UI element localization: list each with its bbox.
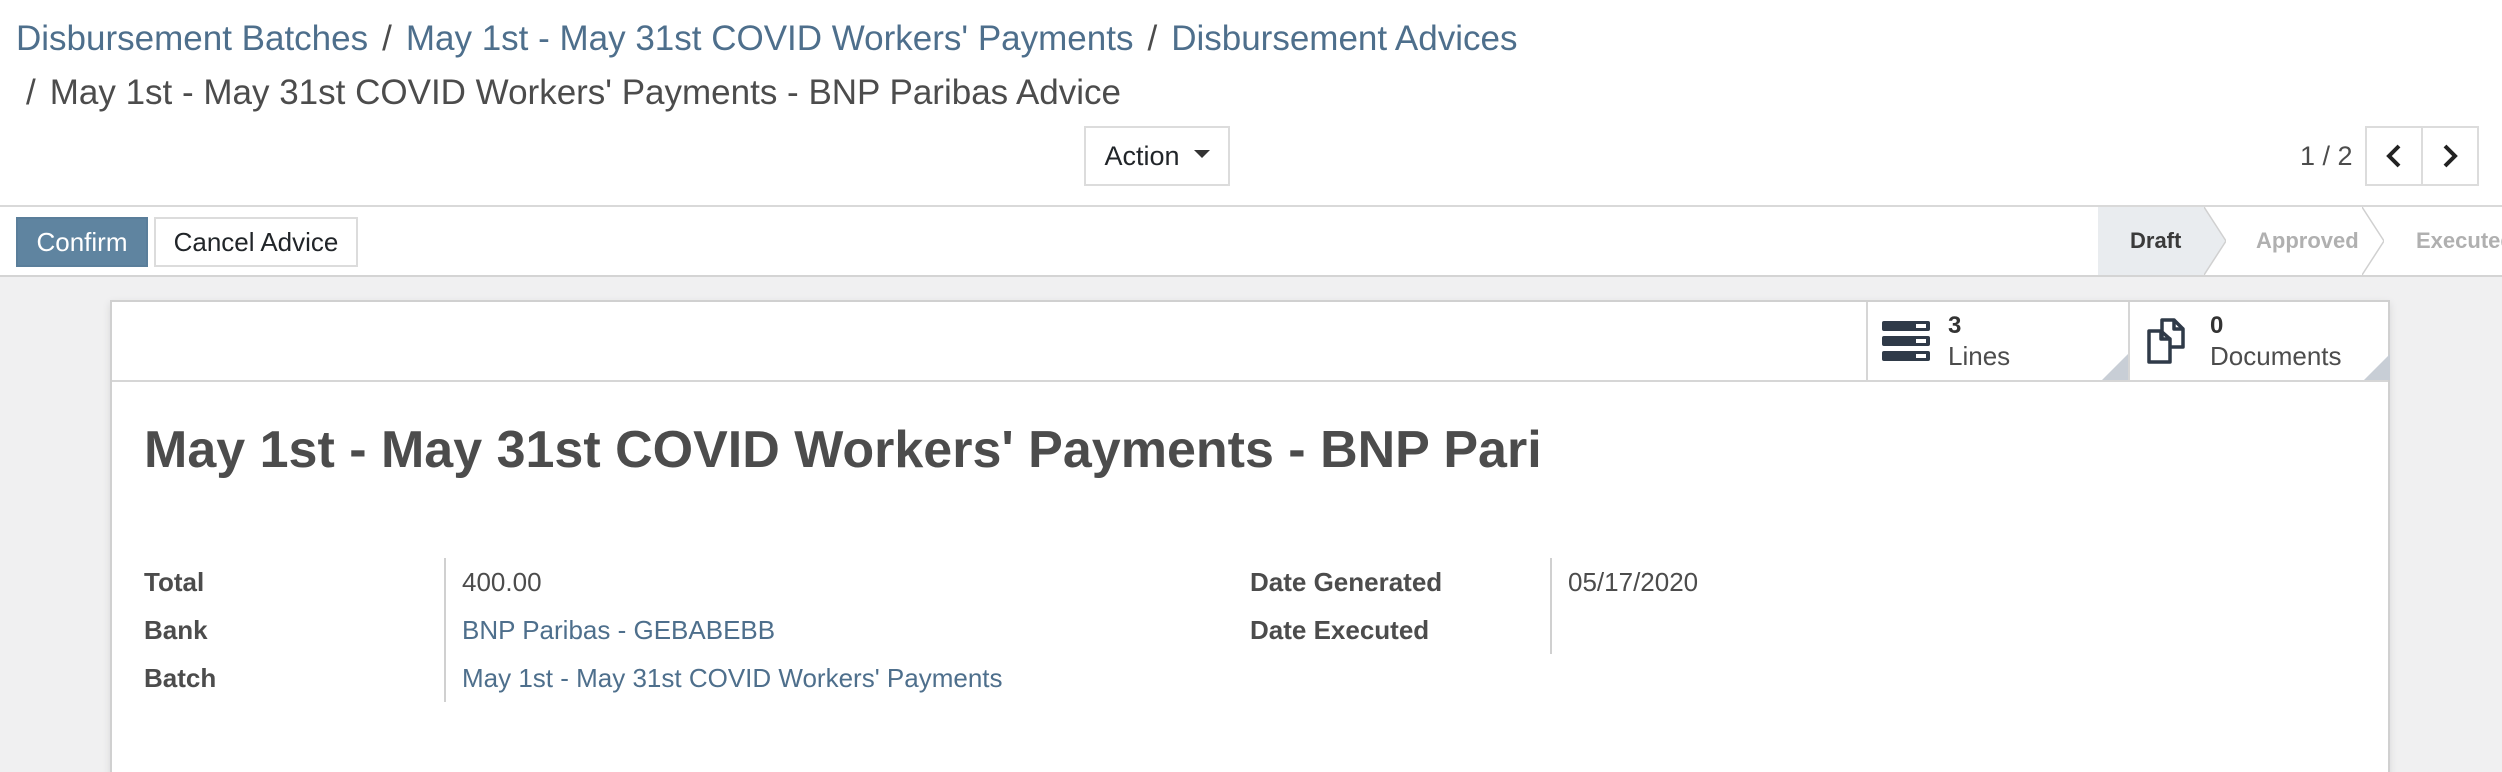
breadcrumb-separator: / bbox=[26, 73, 36, 112]
list-lines-icon bbox=[1882, 321, 1930, 361]
breadcrumb-disbursement-batches[interactable]: Disbursement Batches bbox=[16, 19, 368, 58]
stage-separator bbox=[2362, 207, 2384, 275]
form-sheet: 3 Lines 0 Documents May 1st - May 31st C… bbox=[110, 300, 2390, 772]
field-value-bank-link[interactable]: BNP Paribas - GEBABEBB bbox=[444, 606, 775, 654]
field-label-total: Total bbox=[144, 566, 205, 597]
chevron-right-icon bbox=[2443, 144, 2458, 168]
stage-draft-label: Draft bbox=[2130, 228, 2182, 253]
caret-down-icon bbox=[1193, 150, 1210, 158]
field-label-batch: Batch bbox=[144, 662, 217, 693]
documents-count: 0 bbox=[2210, 312, 2224, 339]
field-label-date-generated: Date Generated bbox=[1250, 566, 1443, 597]
pager: 1 / 2 bbox=[2300, 126, 2479, 186]
pager-previous-button[interactable] bbox=[2364, 126, 2423, 186]
breadcrumb-current: May 1st - May 31st COVID Workers' Paymen… bbox=[49, 73, 1122, 112]
field-group-left: Total 400.00 Bank BNP Paribas - GEBABEBB… bbox=[144, 558, 1224, 702]
stage-draft: Draft bbox=[2098, 207, 2226, 275]
smart-button-box: 3 Lines 0 Documents bbox=[112, 302, 2390, 382]
chevron-left-icon bbox=[2385, 144, 2400, 168]
breadcrumb-disbursement-advices[interactable]: Disbursement Advices bbox=[1171, 19, 1517, 58]
field-row-total: Total 400.00 bbox=[144, 558, 1224, 606]
field-value-total[interactable]: 400.00 bbox=[444, 558, 542, 606]
status-stages: Draft Approved Executed bbox=[2098, 207, 2502, 275]
breadcrumb-separator: / bbox=[1147, 19, 1158, 58]
field-group-right: Date Generated 05/17/2020 Date Executed bbox=[1250, 558, 2350, 654]
record-title[interactable]: May 1st - May 31st COVID Workers' Paymen… bbox=[144, 420, 1544, 480]
breadcrumb-batch[interactable]: May 1st - May 31st COVID Workers' Paymen… bbox=[406, 19, 1134, 58]
control-panel: Disbursement Batches / May 1st - May 31st … bbox=[0, 0, 2502, 207]
stat-button-corner bbox=[2364, 354, 2390, 380]
action-label: Action bbox=[1104, 140, 1180, 171]
field-row-bank: Bank BNP Paribas - GEBABEBB bbox=[144, 606, 1224, 654]
breadcrumb-separator: / bbox=[382, 19, 392, 58]
field-value-date-generated[interactable]: 05/17/2020 bbox=[1550, 558, 1698, 606]
field-value-date-executed[interactable] bbox=[1550, 606, 1568, 654]
stat-button-corner bbox=[2102, 354, 2128, 380]
field-row-date-executed: Date Executed bbox=[1250, 606, 2350, 654]
cancel-advice-button[interactable]: Cancel Advice bbox=[154, 217, 358, 267]
action-dropdown-button[interactable]: Action bbox=[1084, 126, 1230, 186]
field-label-date-executed: Date Executed bbox=[1250, 614, 1430, 645]
stage-executed-label: Executed bbox=[2416, 228, 2502, 253]
field-value-batch-link[interactable]: May 1st - May 31st COVID Workers' Paymen… bbox=[444, 654, 1003, 702]
stage-approved[interactable]: Approved bbox=[2204, 207, 2384, 275]
field-row-date-generated: Date Generated 05/17/2020 bbox=[1250, 558, 2350, 606]
pager-next-button[interactable] bbox=[2420, 126, 2479, 186]
confirm-button[interactable]: Confirm bbox=[16, 217, 148, 267]
documents-label: Documents bbox=[2210, 341, 2342, 371]
field-label-bank: Bank bbox=[144, 614, 208, 645]
breadcrumb: Disbursement Batches / May 1st - May 31st … bbox=[16, 12, 1716, 120]
lines-count: 3 bbox=[1948, 312, 1962, 339]
documents-icon bbox=[2147, 318, 2185, 364]
documents-stat-button[interactable]: 0 Documents bbox=[2128, 302, 2390, 380]
stage-approved-label: Approved bbox=[2256, 228, 2359, 253]
field-row-batch: Batch May 1st - May 31st COVID Workers' … bbox=[144, 654, 1224, 702]
pager-value[interactable]: 1 / 2 bbox=[2300, 141, 2353, 172]
stage-separator bbox=[2204, 207, 2226, 275]
lines-label: Lines bbox=[1948, 341, 2011, 371]
statusbar: Confirm Cancel Advice Draft Approved Exe… bbox=[0, 207, 2502, 277]
lines-stat-button[interactable]: 3 Lines bbox=[1866, 302, 2128, 380]
